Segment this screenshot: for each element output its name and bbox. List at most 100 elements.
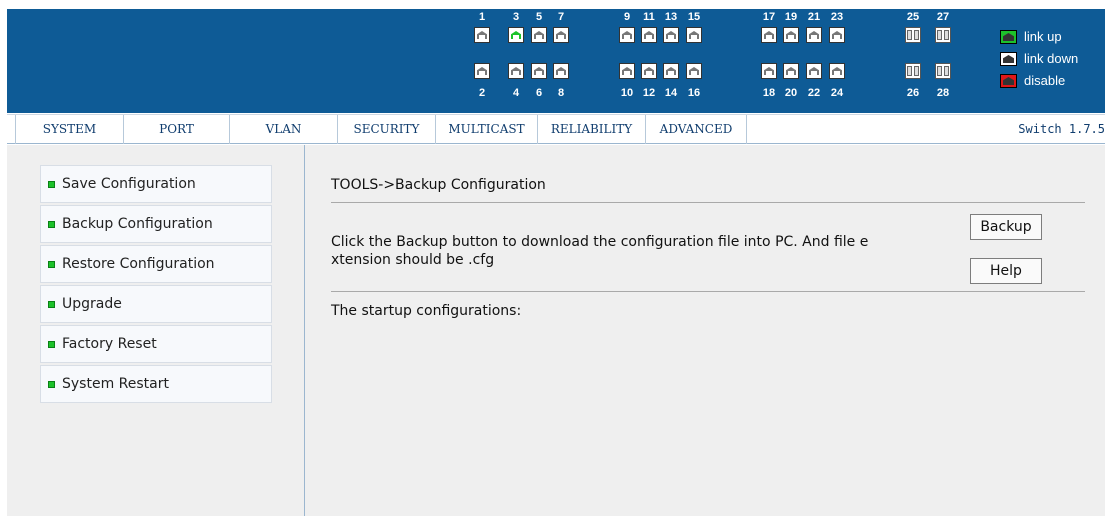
port-24-icon[interactable] [829, 63, 845, 79]
port-15-icon[interactable] [686, 27, 702, 43]
port-number: 18 [762, 87, 776, 99]
menu-label: Restore Configuration [62, 256, 215, 272]
port-number: 20 [784, 87, 798, 99]
port-number: 21 [807, 11, 821, 23]
link-down-icon [1000, 52, 1017, 66]
port-number: 24 [830, 87, 844, 99]
content-area: Save Configuration Backup Configuration … [7, 145, 1105, 516]
bullet-icon [48, 261, 55, 268]
nav-multicast[interactable]: MULTICAST [435, 115, 537, 144]
menu-factory-reset[interactable]: Factory Reset [40, 325, 272, 363]
port-number: 4 [512, 87, 520, 99]
port-pair-27-28: 27 28 [935, 11, 951, 111]
port-10-icon[interactable] [619, 63, 635, 79]
port-number: 15 [687, 11, 701, 23]
port-number: 25 [906, 11, 920, 23]
port-4-icon[interactable] [508, 63, 524, 79]
page-title: TOOLS->Backup Configuration [331, 177, 546, 193]
port-23-icon[interactable] [829, 27, 845, 43]
port-6-icon[interactable] [531, 63, 547, 79]
port-2-icon[interactable] [474, 63, 490, 79]
port-pair-19-20: 19 20 [783, 11, 799, 111]
port-12-icon[interactable] [641, 63, 657, 79]
port-number: 3 [512, 11, 520, 23]
port-number: 2 [478, 87, 486, 99]
menu-label: Backup Configuration [62, 216, 213, 232]
legend-label: link up [1024, 29, 1062, 44]
menu-save-configuration[interactable]: Save Configuration [40, 165, 272, 203]
port-3-icon[interactable] [508, 27, 524, 43]
help-button[interactable]: Help [970, 258, 1042, 284]
port-13-icon[interactable] [663, 27, 679, 43]
port-20-icon[interactable] [783, 63, 799, 79]
legend-label: link down [1024, 51, 1079, 66]
port-1-icon[interactable] [474, 27, 490, 43]
port-7-icon[interactable] [553, 27, 569, 43]
bullet-icon [48, 341, 55, 348]
backup-button[interactable]: Backup [970, 214, 1042, 240]
port-25-fiber-icon[interactable] [905, 27, 921, 43]
port-pair-21-22: 21 22 [806, 11, 822, 111]
menu-backup-configuration[interactable]: Backup Configuration [40, 205, 272, 243]
port-number: 16 [687, 87, 701, 99]
nav-advanced[interactable]: ADVANCED [645, 115, 747, 144]
legend-link-up: link up [1000, 29, 1105, 47]
nav-port[interactable]: PORT [123, 115, 229, 144]
header-bar: 1 2 3 4 5 6 7 8 9 10 11 12 13 14 15 16 1… [7, 9, 1105, 113]
port-pair-23-24: 23 24 [829, 11, 845, 111]
port-number: 26 [906, 87, 920, 99]
port-pair-13-14: 13 14 [663, 11, 679, 111]
port-9-icon[interactable] [619, 27, 635, 43]
menu-system-restart[interactable]: System Restart [40, 365, 272, 403]
port-pair-15-16: 15 16 [686, 11, 702, 111]
nav-vlan[interactable]: VLAN [229, 115, 337, 144]
link-up-icon [1000, 30, 1017, 44]
port-11-icon[interactable] [641, 27, 657, 43]
port-19-icon[interactable] [783, 27, 799, 43]
port-pair-5-6: 5 6 [531, 11, 547, 111]
port-17-icon[interactable] [761, 27, 777, 43]
separator [331, 291, 1085, 292]
nav-reliability[interactable]: RELIABILITY [537, 115, 645, 144]
legend-label: disable [1024, 73, 1066, 88]
divider [304, 145, 305, 516]
port-number: 28 [936, 87, 950, 99]
port-5-icon[interactable] [531, 27, 547, 43]
nav-system[interactable]: SYSTEM [15, 115, 123, 144]
port-pair-1-2: 1 2 [474, 11, 490, 111]
menu-label: Upgrade [62, 296, 122, 312]
port-pair-3-4: 3 4 [508, 11, 524, 111]
menu-upgrade[interactable]: Upgrade [40, 285, 272, 323]
menu-label: Factory Reset [62, 336, 157, 352]
bullet-icon [48, 181, 55, 188]
port-number: 22 [807, 87, 821, 99]
bullet-icon [48, 301, 55, 308]
bullet-icon [48, 381, 55, 388]
port-8-icon[interactable] [553, 63, 569, 79]
port-28-fiber-icon[interactable] [935, 63, 951, 79]
port-26-fiber-icon[interactable] [905, 63, 921, 79]
nav-security[interactable]: SECURITY [337, 115, 435, 144]
port-pair-9-10: 9 10 [619, 11, 635, 111]
port-number: 14 [664, 87, 678, 99]
menu-restore-configuration[interactable]: Restore Configuration [40, 245, 272, 283]
port-number: 6 [535, 87, 543, 99]
port-pair-17-18: 17 18 [761, 11, 777, 111]
port-number: 19 [784, 11, 798, 23]
port-18-icon[interactable] [761, 63, 777, 79]
main-nav: SYSTEM PORT VLAN SECURITY MULTICAST RELI… [7, 114, 1105, 144]
bullet-icon [48, 221, 55, 228]
separator [331, 202, 1085, 203]
port-16-icon[interactable] [686, 63, 702, 79]
port-number: 27 [936, 11, 950, 23]
port-pair-25-26: 25 26 [905, 11, 921, 111]
port-number: 9 [623, 11, 631, 23]
port-22-icon[interactable] [806, 63, 822, 79]
port-number: 13 [664, 11, 678, 23]
port-21-icon[interactable] [806, 27, 822, 43]
port-14-icon[interactable] [663, 63, 679, 79]
port-27-fiber-icon[interactable] [935, 27, 951, 43]
port-number: 23 [830, 11, 844, 23]
port-number: 7 [557, 11, 565, 23]
port-number: 12 [642, 87, 656, 99]
